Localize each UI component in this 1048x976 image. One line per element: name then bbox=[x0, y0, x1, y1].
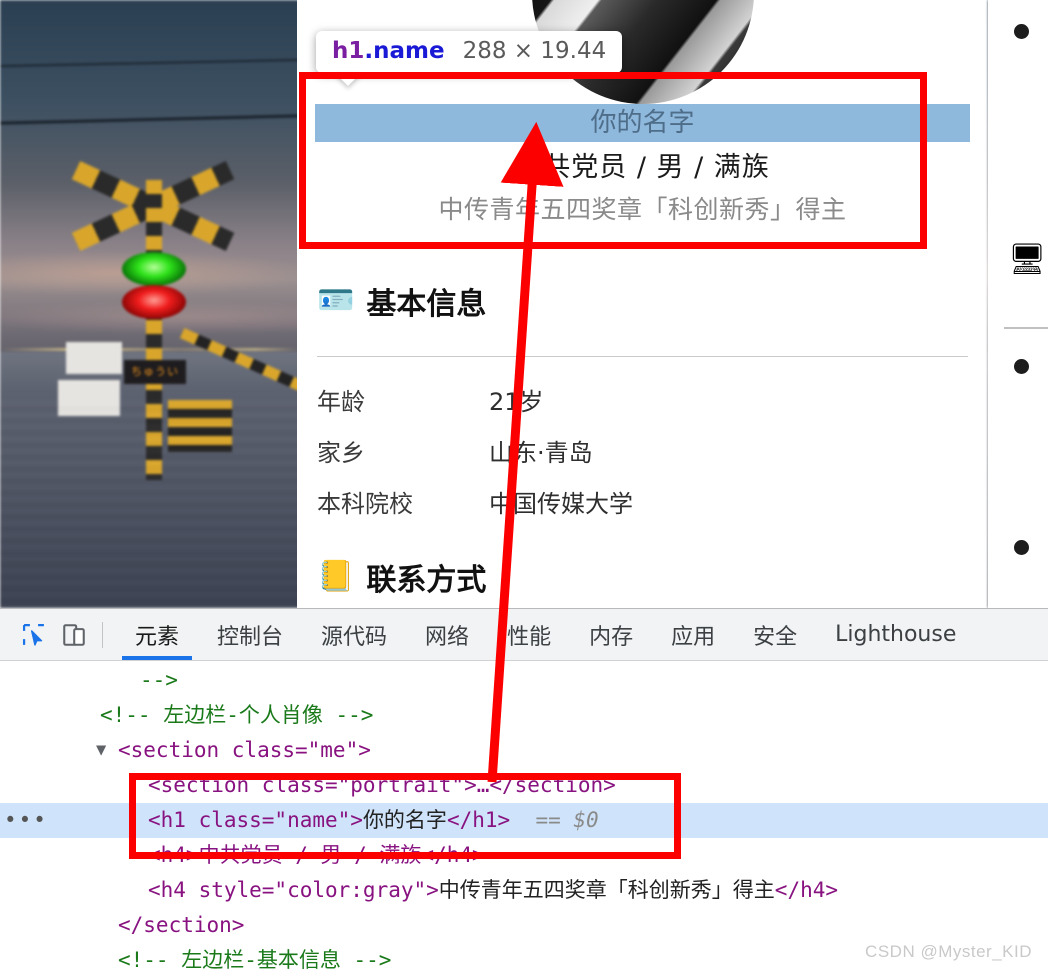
inspect-element-icon[interactable] bbox=[14, 615, 54, 655]
tab-lighthouse[interactable]: Lighthouse bbox=[816, 609, 975, 660]
id-badge-icon: 🪪 bbox=[317, 283, 355, 318]
info-row-university: 本科院校 中国传媒大学 bbox=[317, 484, 968, 519]
right-content-column: 🖥 bbox=[988, 0, 1048, 608]
watermark: CSDN @Myster_KID bbox=[865, 942, 1032, 961]
info-key: 本科院校 bbox=[317, 490, 413, 518]
list-item bbox=[1014, 359, 1029, 374]
tooltip-dimensions: 288 × 19.44 bbox=[462, 38, 607, 64]
code-h4-close: </h4> bbox=[774, 878, 839, 902]
tab-elements[interactable]: 元素 bbox=[116, 609, 198, 660]
annotation-box-code-line bbox=[129, 773, 681, 859]
info-row-age: 年龄 21岁 bbox=[317, 382, 968, 417]
code-line-comment-end[interactable]: --> bbox=[0, 663, 1048, 698]
info-key: 年龄 bbox=[317, 388, 365, 416]
code-h4-text: 中传青年五四奖章「科创新秀」得主 bbox=[438, 878, 775, 902]
toolbar-divider bbox=[102, 621, 103, 648]
computer-icon: 🖥 bbox=[1008, 242, 1047, 277]
section-title: 基本信息 bbox=[366, 287, 487, 322]
section-header-contact: 📒 联系方式 bbox=[317, 555, 486, 599]
devtools-tab-strip: 元素 控制台 源代码 网络 性能 内存 应用 安全 Lighthouse bbox=[116, 609, 975, 660]
info-row-hometown: 家乡 山东·青岛 bbox=[317, 433, 968, 468]
tab-network[interactable]: 网络 bbox=[406, 609, 488, 660]
phone-book-icon: 📒 bbox=[317, 559, 355, 594]
annotation-box-name-element bbox=[299, 72, 927, 249]
info-value: 中国传媒大学 bbox=[489, 490, 633, 518]
section-divider bbox=[317, 356, 968, 357]
code-h4-open: <h4 style="color:gray"> bbox=[148, 878, 439, 902]
more-options-icon[interactable]: ••• bbox=[4, 803, 48, 838]
info-value: 山东·青岛 bbox=[489, 439, 593, 467]
tab-memory[interactable]: 内存 bbox=[570, 609, 652, 660]
expand-twisty-icon[interactable]: ▼ bbox=[96, 733, 106, 768]
device-toolbar-icon[interactable] bbox=[54, 615, 94, 655]
section-divider bbox=[1004, 327, 1048, 329]
code-line-section-me-open[interactable]: ▼ <section class="me"> bbox=[0, 733, 1048, 768]
wallpaper-left: ちゅうい bbox=[0, 0, 300, 608]
tooltip-selector: h1.name bbox=[332, 38, 445, 64]
info-key: 家乡 bbox=[317, 439, 365, 467]
tooltip-class-name: .name bbox=[364, 38, 445, 64]
list-item bbox=[1014, 540, 1029, 555]
red-signal-light bbox=[122, 285, 186, 319]
info-value: 21岁 bbox=[489, 388, 544, 416]
code-line-comment-portrait[interactable]: <!-- 左边栏-个人肖像 --> bbox=[0, 698, 1048, 733]
tab-performance[interactable]: 性能 bbox=[488, 609, 570, 660]
devtools-toolbar: 元素 控制台 源代码 网络 性能 内存 应用 安全 Lighthouse bbox=[0, 609, 1048, 661]
list-item bbox=[1014, 24, 1029, 39]
section-header-basic-info: 🪪 基本信息 bbox=[317, 279, 486, 323]
tab-security[interactable]: 安全 bbox=[734, 609, 816, 660]
tooltip-tag-name: h1 bbox=[332, 38, 365, 64]
tab-console[interactable]: 控制台 bbox=[198, 609, 302, 660]
section-title: 联系方式 bbox=[366, 563, 487, 598]
tab-application[interactable]: 应用 bbox=[652, 609, 734, 660]
code-line-h4-second[interactable]: <h4 style="color:gray">中传青年五四奖章「科创新秀」得主<… bbox=[0, 873, 1048, 908]
tab-sources[interactable]: 源代码 bbox=[302, 609, 406, 660]
element-inspector-tooltip: h1.name 288 × 19.44 bbox=[316, 31, 623, 86]
green-signal-light bbox=[122, 252, 186, 286]
